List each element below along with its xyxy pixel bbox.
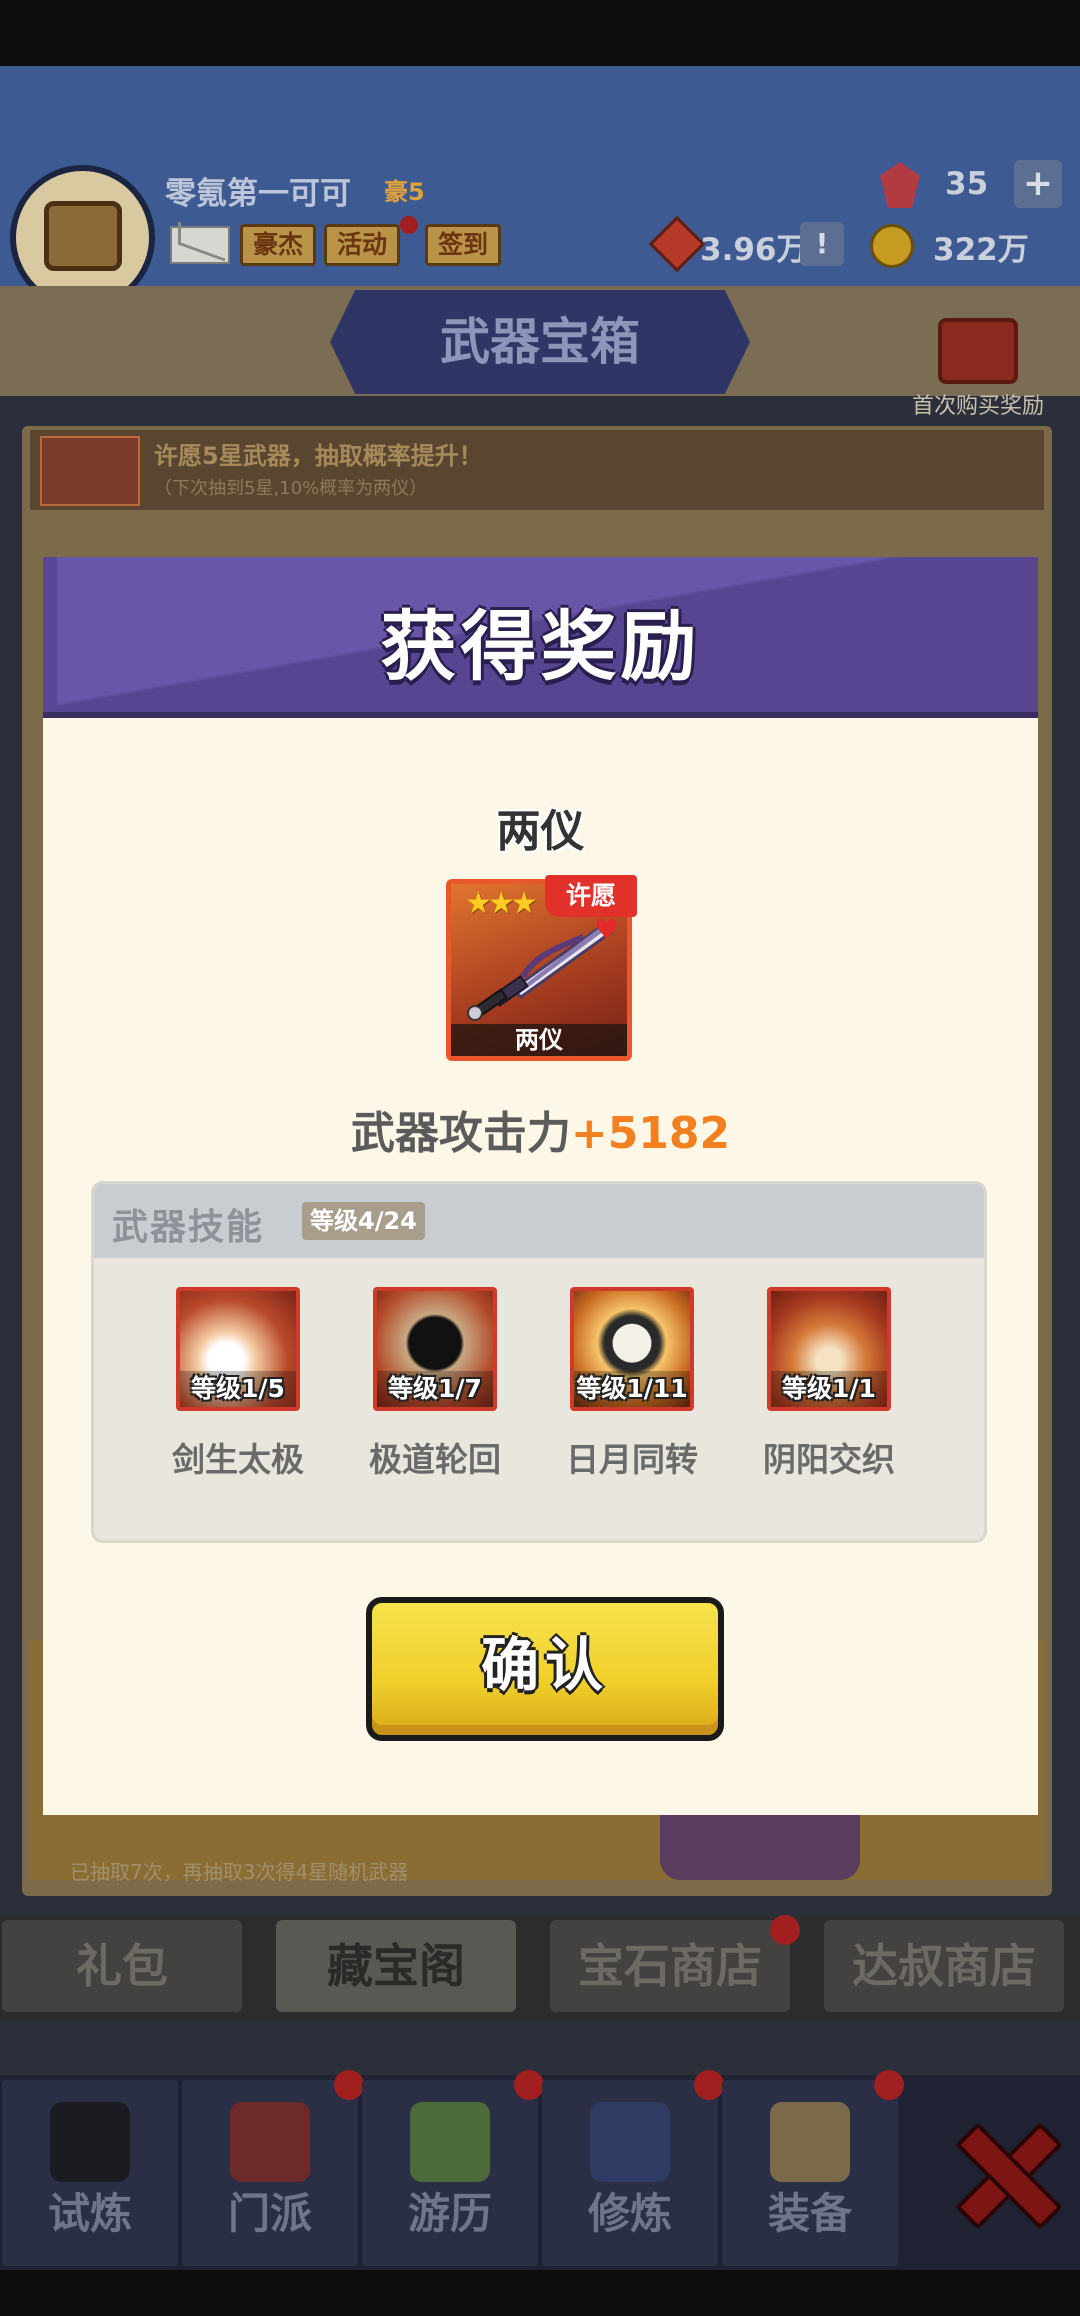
attack-label: 武器攻击力 <box>350 1108 571 1159</box>
modal-title: 获得奖励 <box>380 602 701 691</box>
yin-yang-skill-icon: 等级1/11 <box>570 1287 694 1411</box>
skill-item[interactable]: 等级1/11 日月同转 <box>537 1287 727 1487</box>
wish-badge: 许愿 <box>545 875 637 917</box>
skill-name: 极道轮回 <box>369 1440 501 1479</box>
attack-line: 武器攻击力+5182 <box>43 1097 1038 1161</box>
dark-orb-skill-icon: 等级1/7 <box>373 1287 497 1411</box>
skill-level: 等级1/1 <box>771 1371 887 1407</box>
skill-name: 剑生太极 <box>172 1440 304 1479</box>
skill-item[interactable]: 等级1/5 剑生太极 <box>143 1287 333 1487</box>
skill-level: 等级1/11 <box>574 1371 690 1407</box>
slash-skill-icon: 等级1/5 <box>176 1287 300 1411</box>
twin-swords-skill-icon: 等级1/1 <box>767 1287 891 1411</box>
header-divider <box>43 712 1038 718</box>
heart-icon: ♥ <box>594 913 620 946</box>
star-rating: ★★★ <box>465 886 538 921</box>
reward-modal: 获得奖励 两仪 ★★★ 两仪 许愿 ♥ 武器攻击力+5182 武器技能 等级4/… <box>43 557 1038 1815</box>
weapon-name: 两仪 <box>496 806 585 857</box>
confirm-button[interactable]: 确认 <box>366 1597 724 1741</box>
weapon-card-label: 两仪 <box>451 1024 627 1056</box>
skills-title: 武器技能 <box>112 1207 265 1248</box>
skill-level: 等级1/7 <box>377 1371 493 1407</box>
skills-level-badge: 等级4/24 <box>302 1202 425 1240</box>
skill-item[interactable]: 等级1/7 极道轮回 <box>340 1287 530 1487</box>
attack-value: +5182 <box>570 1108 731 1159</box>
skill-item[interactable]: 等级1/1 阴阳交织 <box>734 1287 924 1487</box>
confirm-label: 确认 <box>480 1631 609 1699</box>
skill-name: 阴阳交织 <box>763 1440 895 1479</box>
sword-icon <box>467 923 613 1021</box>
skill-level: 等级1/5 <box>180 1371 296 1407</box>
skill-name: 日月同转 <box>566 1440 698 1479</box>
